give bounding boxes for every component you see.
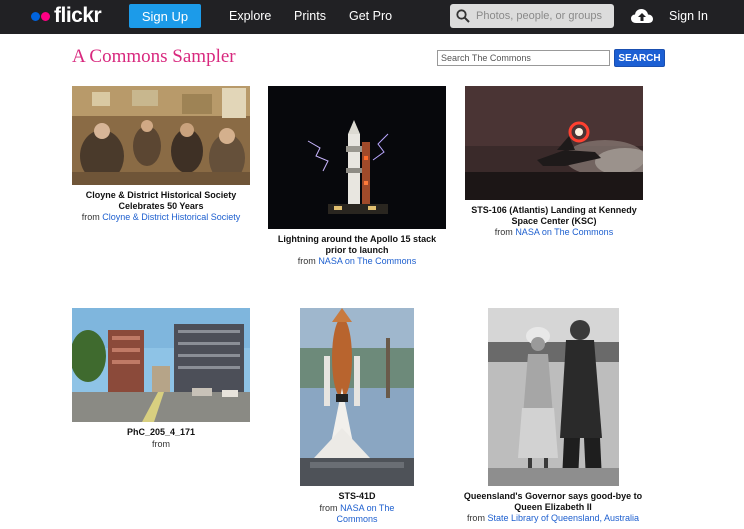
source-link[interactable]: State Library of Queensland, Australia bbox=[487, 513, 639, 523]
photo-source: from Cloyne & District Historical Societ… bbox=[81, 212, 241, 222]
photo-thumbnail[interactable] bbox=[465, 86, 643, 200]
flickr-logo[interactable]: flickr bbox=[31, 4, 102, 27]
top-nav-bar: flickr Sign Up Explore Prints Get Pro Si… bbox=[0, 0, 744, 34]
photo-card: Lightning around the Apollo 15 stack pri… bbox=[268, 86, 446, 267]
logo-blue-dot bbox=[31, 11, 40, 21]
photo-thumbnail[interactable] bbox=[72, 308, 250, 422]
nav-get-pro[interactable]: Get Pro bbox=[349, 9, 392, 23]
nav-explore[interactable]: Explore bbox=[229, 9, 271, 23]
photo-thumbnail[interactable] bbox=[268, 86, 446, 229]
photo-thumbnail[interactable] bbox=[488, 308, 619, 486]
photo-title[interactable]: Lightning around the Apollo 15 stack pri… bbox=[268, 234, 446, 255]
logo-text: flickr bbox=[54, 4, 102, 27]
upload-cloud-icon[interactable] bbox=[630, 7, 654, 25]
photo-card: STS-106 (Atlantis) Landing at Kennedy Sp… bbox=[465, 86, 643, 238]
photo-card: Cloyne & District Historical Society Cel… bbox=[72, 86, 250, 223]
photo-source: from State Library of Queensland, Austra… bbox=[466, 513, 640, 523]
source-link[interactable]: NASA on The Commons bbox=[336, 503, 394, 524]
photo-title[interactable]: PhC_205_4_171 bbox=[72, 427, 250, 438]
nav-prints[interactable]: Prints bbox=[294, 9, 326, 23]
sign-up-button[interactable]: Sign Up bbox=[129, 4, 201, 28]
logo-pink-dot bbox=[41, 11, 50, 21]
photo-source: from bbox=[152, 438, 170, 449]
photo-card: PhC_205_4_171 from bbox=[72, 308, 250, 450]
sign-in-link[interactable]: Sign In bbox=[669, 9, 708, 23]
commons-search-button[interactable]: SEARCH bbox=[614, 49, 665, 67]
photo-thumbnail[interactable] bbox=[300, 308, 414, 486]
page-title: A Commons Sampler bbox=[72, 46, 236, 67]
search-icon bbox=[456, 9, 470, 23]
source-link[interactable]: Cloyne & District Historical Society bbox=[102, 212, 240, 222]
photo-thumbnail[interactable] bbox=[72, 86, 250, 185]
photo-title[interactable]: Cloyne & District Historical Society Cel… bbox=[72, 190, 250, 211]
photo-card: Queensland's Governor says good-bye to Q… bbox=[458, 308, 648, 524]
global-search-box[interactable] bbox=[450, 4, 614, 28]
photo-card: STS-41D from NASA on The Commons bbox=[300, 308, 414, 525]
photo-source: from NASA on The Commons bbox=[319, 502, 395, 524]
photo-title[interactable]: STS-106 (Atlantis) Landing at Kennedy Sp… bbox=[465, 205, 643, 226]
global-search-input[interactable] bbox=[476, 10, 606, 22]
photo-title[interactable]: Queensland's Governor says good-bye to Q… bbox=[458, 491, 648, 512]
commons-search-input[interactable] bbox=[437, 50, 610, 66]
source-link[interactable]: NASA on The Commons bbox=[318, 256, 416, 266]
photo-title[interactable]: STS-41D bbox=[300, 491, 414, 502]
photo-source: from NASA on The Commons bbox=[494, 227, 614, 237]
photo-source: from NASA on The Commons bbox=[297, 256, 417, 266]
source-link[interactable]: NASA on The Commons bbox=[515, 227, 613, 237]
